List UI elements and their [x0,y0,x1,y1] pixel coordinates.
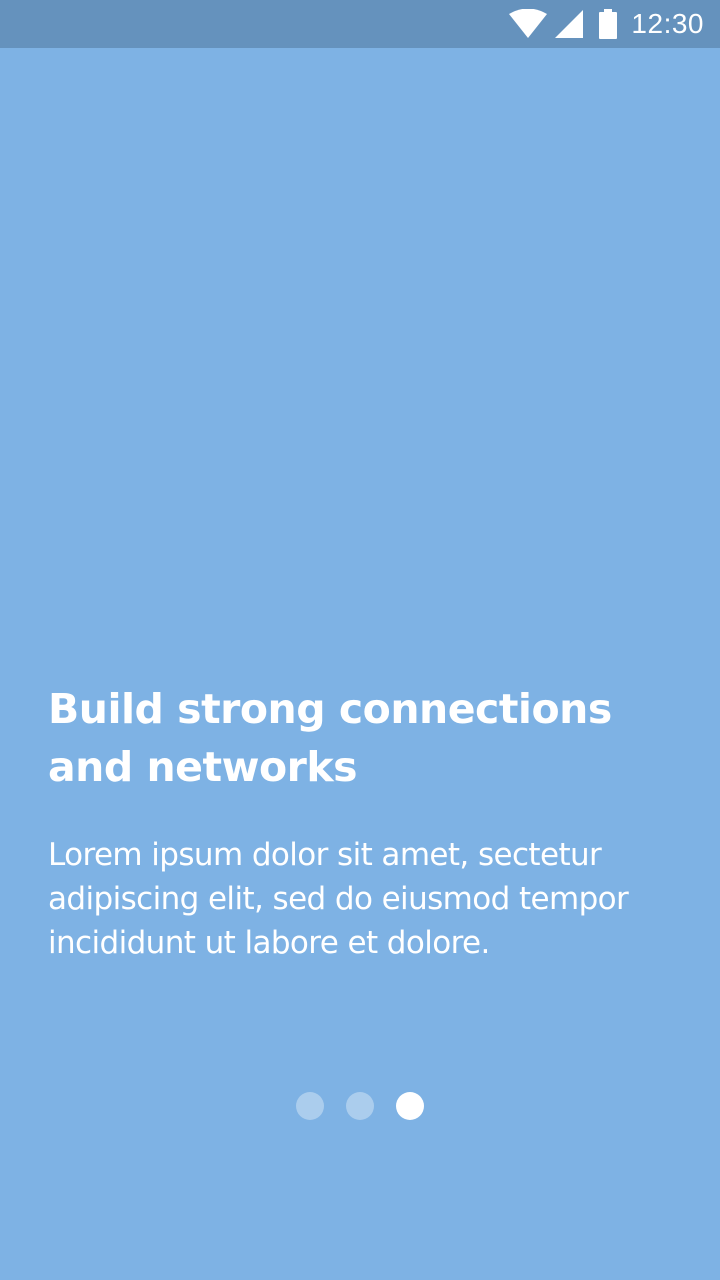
status-time: 12:30 [631,8,704,39]
page-indicator[interactable] [0,1092,720,1120]
onboarding-title: Build strong connections and networks [48,680,672,796]
onboarding-content: Build strong connections and networks Lo… [48,680,672,965]
status-bar: 12:30 [0,0,720,48]
onboarding-description: Lorem ipsum dolor sit amet, sectetur adi… [48,833,672,965]
onboarding-screen: 12:30 Build strong connections and netwo… [0,0,720,1280]
description-line: adipiscing elit, sed do eiusmod tempor [48,881,629,917]
pager-dot[interactable] [346,1092,374,1120]
signal-icon [555,10,584,38]
wifi-icon [509,9,548,39]
title-line: and networks [48,743,358,791]
description-line: Lorem ipsum dolor sit amet, sectetur [48,837,602,873]
pager-dot-active[interactable] [396,1092,424,1120]
pager-dot[interactable] [296,1092,324,1120]
status-icons: 12:30 [509,0,704,48]
description-line: incididunt ut labore et dolore. [48,925,490,961]
title-line: Build strong connections [48,685,612,733]
battery-icon [599,9,618,39]
